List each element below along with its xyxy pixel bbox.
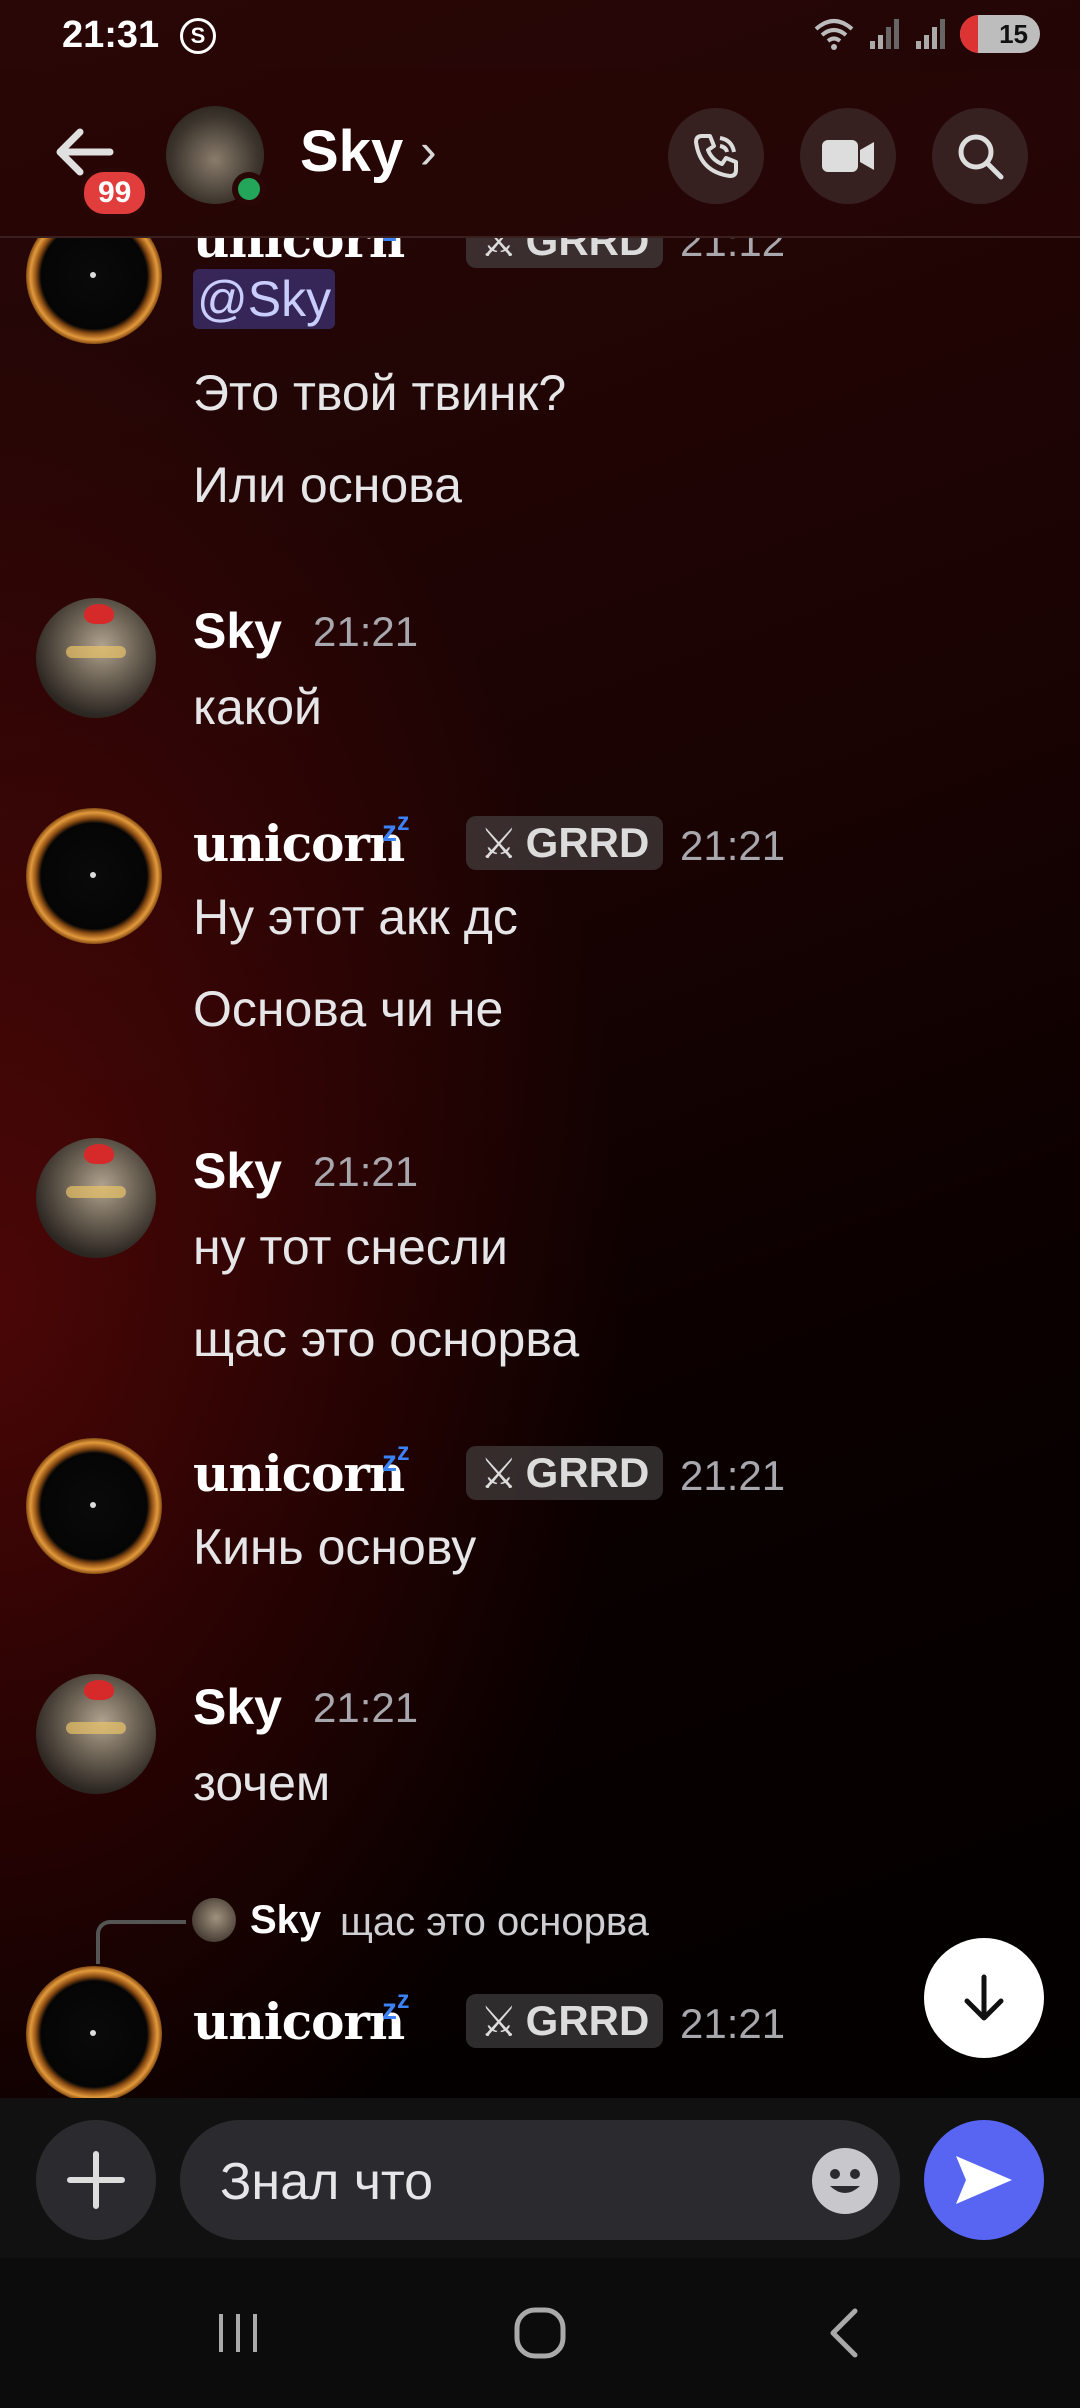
status-bar: 21:31 S 15 [0, 0, 1080, 70]
message-text: @Sky [193, 269, 336, 329]
send-icon [956, 2156, 1012, 2204]
message-time: 21:21 [313, 1148, 419, 1195]
video-call-button[interactable] [800, 108, 896, 204]
avatar[interactable] [26, 1966, 162, 2098]
zzz-icon: zz [382, 1438, 410, 1478]
message-text: зочем [193, 1755, 331, 1811]
message-author[interactable]: unicorn [193, 238, 405, 269]
home-button[interactable] [500, 2298, 580, 2368]
server-tag[interactable]: ⚔ GRRD [466, 1446, 664, 1500]
avatar[interactable] [36, 598, 156, 718]
chat-header: 99 Sky › [0, 70, 1080, 238]
nav-back-icon [830, 2308, 858, 2358]
status-indicators: 15 [814, 14, 1040, 54]
message-author[interactable]: Sky [193, 602, 282, 660]
page-title[interactable]: Sky [300, 118, 403, 185]
message-time: 21:21 [680, 1452, 786, 1499]
avatar[interactable] [36, 1138, 156, 1258]
message-text: Основа чи не [193, 981, 504, 1037]
server-tag[interactable]: ⚔ GRRD [466, 1994, 664, 2048]
message-time: 21:21 [313, 608, 419, 655]
signal-icon-1 [870, 19, 899, 49]
reply-avatar [192, 1898, 236, 1942]
status-time: 21:31 [62, 14, 160, 56]
message-text: Ну этот акк дс [193, 889, 518, 945]
server-tag[interactable]: ⚔ GRRD [466, 816, 664, 870]
search-icon [958, 134, 1004, 180]
phone-call-icon [694, 134, 738, 178]
message-text: Это твой твинк? [193, 365, 567, 421]
message-input[interactable]: Знал что [180, 2120, 900, 2240]
zzz-icon: zz [382, 1986, 410, 2026]
sword-icon: ⚔ [480, 238, 518, 265]
avatar[interactable] [36, 1674, 156, 1794]
voice-call-button[interactable] [668, 108, 764, 204]
message-author[interactable]: unicorn [193, 814, 405, 873]
signal-icon-2 [916, 19, 945, 49]
message-text: Кинь основу [193, 1519, 477, 1575]
message-author[interactable]: Sky [193, 1142, 282, 1200]
server-tag[interactable]: ⚔ GRRD [466, 238, 664, 268]
message-time: 21:21 [680, 822, 786, 869]
online-status-dot [232, 172, 266, 206]
avatar[interactable] [26, 238, 162, 344]
emoji-button[interactable] [812, 2148, 878, 2214]
message-author[interactable]: unicorn [193, 1992, 405, 2051]
send-button[interactable] [924, 2120, 1044, 2240]
chevron-right-icon[interactable]: › [420, 122, 437, 180]
sword-icon: ⚔ [480, 819, 518, 867]
message-time: 21:12 [680, 238, 786, 265]
message-time: 21:21 [680, 2000, 786, 2047]
sword-icon: ⚔ [480, 1997, 518, 2045]
reply-author[interactable]: Sky [250, 1898, 321, 1943]
system-nav-bar [0, 2258, 1080, 2408]
unread-badge: 99 [80, 168, 150, 218]
search-button[interactable] [932, 108, 1028, 204]
plus-icon [67, 2151, 125, 2209]
message-time: 21:21 [313, 1684, 419, 1731]
message-text: Или основа [193, 457, 462, 513]
avatar[interactable] [26, 1438, 162, 1574]
message-list[interactable]: unicorn zz ⚔ GRRD 21:12 @Sky Это твой тв… [0, 238, 1080, 2098]
reply-connector [96, 1920, 186, 1964]
message-composer: Знал что [0, 2098, 1080, 2258]
recent-apps-icon [219, 2314, 257, 2352]
reply-preview[interactable]: щас это осноpва [340, 1900, 649, 1945]
add-attachment-button[interactable] [36, 2120, 156, 2240]
zzz-icon: zz [382, 238, 410, 249]
sword-icon: ⚔ [480, 1449, 518, 1497]
message-author[interactable]: unicorn [193, 1444, 405, 1503]
nav-back-button[interactable] [804, 2298, 884, 2368]
message-author[interactable]: Sky [193, 1678, 282, 1736]
scroll-to-bottom-button[interactable] [924, 1938, 1044, 2058]
message-input-value[interactable]: Знал что [220, 2152, 433, 2212]
emoji-icon [830, 2169, 860, 2193]
arrow-down-icon [964, 1974, 1004, 2021]
user-mention[interactable]: @Sky [193, 269, 336, 329]
recent-apps-button[interactable] [198, 2298, 278, 2368]
zzz-icon: zz [382, 808, 410, 848]
message-text: какой [193, 679, 322, 735]
battery-indicator: 15 [960, 15, 1040, 53]
message-text: ну тот снесли [193, 1219, 508, 1275]
wifi-icon [814, 19, 854, 50]
notification-app-icon: S [180, 18, 216, 54]
message-text: щас это осноpва [193, 1311, 580, 1367]
video-camera-icon [822, 140, 874, 172]
home-icon [514, 2307, 566, 2359]
avatar[interactable] [26, 808, 162, 944]
